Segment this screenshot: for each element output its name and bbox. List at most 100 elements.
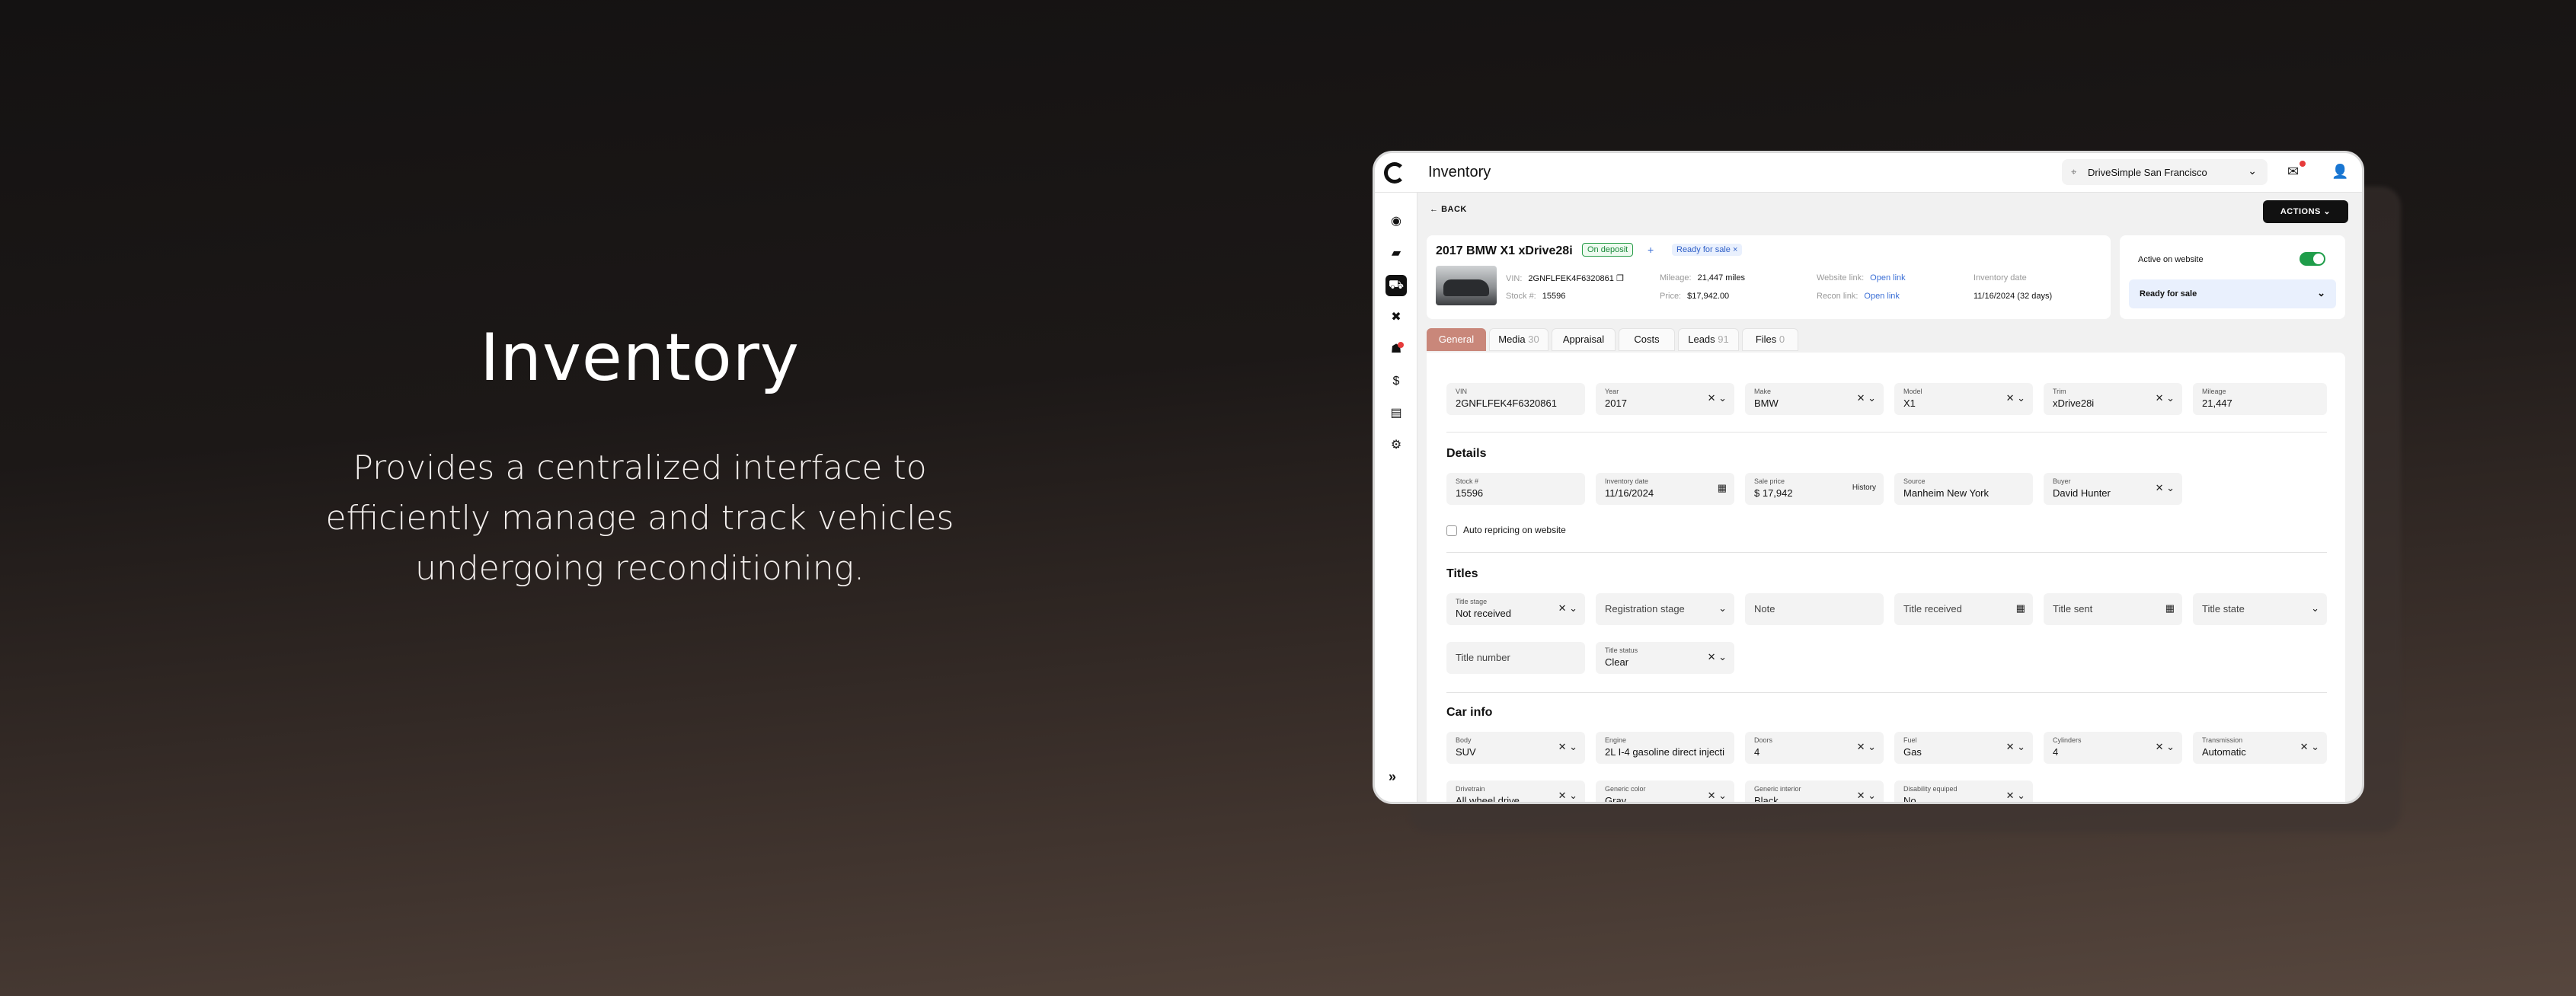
add-tag-button[interactable]: + bbox=[1648, 244, 1654, 256]
doors-select[interactable]: Doors 4 ✕ ⌄ bbox=[1745, 732, 1884, 764]
make-select[interactable]: Make BMW ✕ ⌄ bbox=[1745, 383, 1884, 415]
field-value: Gas bbox=[1903, 746, 1922, 758]
tab-general[interactable]: General bbox=[1427, 328, 1486, 351]
clear-chevron-icon[interactable]: ✕ ⌄ bbox=[2006, 790, 2025, 802]
registration-stage-select[interactable]: Registration stage ⌄ bbox=[1596, 593, 1734, 625]
chevron-down-icon[interactable]: ⌄ bbox=[2311, 602, 2319, 615]
inventory-date-field[interactable]: Inventory date 11/16/2024 ▦ bbox=[1596, 473, 1734, 505]
actions-button[interactable]: ACTIONS ⌄ bbox=[2263, 200, 2348, 223]
field-value: 2GNFLFEK4F6320861 bbox=[1456, 397, 1557, 409]
tab-costs[interactable]: Costs bbox=[1619, 328, 1675, 351]
sale-price-field[interactable]: Sale price $ 17,942 History bbox=[1745, 473, 1884, 505]
clear-chevron-icon[interactable]: ✕ ⌄ bbox=[1857, 392, 1876, 404]
stock-field[interactable]: Stock # 15596 bbox=[1446, 473, 1585, 505]
back-button[interactable]: ← BACK bbox=[1430, 205, 1467, 214]
divider bbox=[1446, 692, 2327, 693]
field-placeholder: Registration stage bbox=[1605, 603, 1685, 615]
clear-chevron-icon[interactable]: ✕ ⌄ bbox=[1558, 741, 1577, 753]
vin-label: VIN: bbox=[1506, 274, 1523, 283]
tab-files[interactable]: Files 0 bbox=[1742, 328, 1798, 351]
clear-chevron-icon[interactable]: ✕ ⌄ bbox=[2156, 482, 2175, 494]
tab-media[interactable]: Media 30 bbox=[1489, 328, 1548, 351]
buyer-select[interactable]: Buyer David Hunter ✕ ⌄ bbox=[2044, 473, 2182, 505]
generic-color-select[interactable]: Generic color Gray ✕ ⌄ bbox=[1596, 781, 1734, 802]
mileage-field[interactable]: Mileage 21,447 bbox=[2193, 383, 2327, 415]
sidebar: ◉ ▰ ⛟ ✖ ☗ $ ▤ ⚙ » bbox=[1375, 193, 1417, 802]
users-icon[interactable]: ☗ bbox=[1385, 339, 1407, 360]
tab-leads[interactable]: Leads 91 bbox=[1678, 328, 1739, 351]
clear-chevron-icon[interactable]: ✕ ⌄ bbox=[1857, 741, 1876, 753]
clear-chevron-icon[interactable]: ✕ ⌄ bbox=[2156, 392, 2175, 404]
vehicle-thumbnail[interactable] bbox=[1436, 266, 1497, 305]
clear-chevron-icon[interactable]: ✕ ⌄ bbox=[2156, 741, 2175, 753]
note-field[interactable]: Note bbox=[1745, 593, 1884, 625]
title-number-field[interactable]: Title number bbox=[1446, 642, 1585, 674]
tab-appraisal[interactable]: Appraisal bbox=[1552, 328, 1616, 351]
title-state-select[interactable]: Title state ⌄ bbox=[2193, 593, 2327, 625]
tab-label: Appraisal bbox=[1562, 334, 1605, 345]
copy-icon[interactable]: ❐ bbox=[1616, 274, 1624, 283]
chevron-down-icon: ⌄ bbox=[2317, 287, 2325, 298]
logo-icon[interactable] bbox=[1384, 162, 1405, 184]
model-select[interactable]: Model X1 ✕ ⌄ bbox=[1894, 383, 2033, 415]
body-select[interactable]: Body SUV ✕ ⌄ bbox=[1446, 732, 1585, 764]
reports-icon[interactable]: ▤ bbox=[1385, 403, 1407, 424]
general-panel: VIN 2GNFLFEK4F6320861 Year 2017 ✕ ⌄ Make BMW… bbox=[1427, 353, 2345, 802]
field-label: Inventory date bbox=[1605, 477, 1649, 485]
clear-chevron-icon[interactable]: ✕ ⌄ bbox=[2006, 392, 2025, 404]
fuel-select[interactable]: Fuel Gas ✕ ⌄ bbox=[1894, 732, 2033, 764]
tools-icon[interactable]: ✖ bbox=[1385, 307, 1407, 328]
vin-field[interactable]: VIN 2GNFLFEK4F6320861 bbox=[1446, 383, 1585, 415]
location-select[interactable]: ⌖ DriveSimple San Francisco ⌄ bbox=[2062, 159, 2268, 185]
gear-icon[interactable]: ⚙ bbox=[1385, 435, 1407, 456]
sale-status-select[interactable]: Ready for sale ⌄ bbox=[2129, 279, 2336, 308]
dollar-icon[interactable]: $ bbox=[1385, 371, 1407, 392]
clear-chevron-icon[interactable]: ✕ ⌄ bbox=[2300, 741, 2319, 753]
clear-chevron-icon[interactable]: ✕ ⌄ bbox=[1857, 790, 1876, 802]
clear-chevron-icon[interactable]: ✕ ⌄ bbox=[1708, 651, 1727, 663]
disability-equiped-select[interactable]: Disability equiped No ✕ ⌄ bbox=[1894, 781, 2033, 802]
calendar-icon[interactable]: ▦ bbox=[2016, 602, 2025, 615]
trim-select[interactable]: Trim xDrive28i ✕ ⌄ bbox=[2044, 383, 2182, 415]
expand-sidebar-icon[interactable]: » bbox=[1389, 769, 1396, 785]
title-stage-select[interactable]: Title stage Not received ✕ ⌄ bbox=[1446, 593, 1585, 625]
title-sent-field[interactable]: Title sent ▦ bbox=[2044, 593, 2182, 625]
website-open-link[interactable]: Open link bbox=[1870, 273, 1905, 283]
price-label: Price: bbox=[1660, 292, 1682, 301]
cylinders-select[interactable]: Cylinders 4 ✕ ⌄ bbox=[2044, 732, 2182, 764]
source-field[interactable]: Source Manheim New York bbox=[1894, 473, 2033, 505]
clear-chevron-icon[interactable]: ✕ ⌄ bbox=[2006, 741, 2025, 753]
drivetrain-select[interactable]: Drivetrain All wheel drive ✕ ⌄ bbox=[1446, 781, 1585, 802]
field-value: 2L I-4 gasoline direct injecti bbox=[1605, 746, 1725, 758]
transmission-select[interactable]: Transmission Automatic ✕ ⌄ bbox=[2193, 732, 2327, 764]
briefcase-icon[interactable]: ▰ bbox=[1385, 243, 1407, 264]
chevron-down-icon[interactable]: ⌄ bbox=[1718, 602, 1727, 615]
title-received-field[interactable]: Title received ▦ bbox=[1894, 593, 2033, 625]
car-icon[interactable]: ⛟ bbox=[1385, 275, 1407, 296]
title-status-select[interactable]: Title status Clear ✕ ⌄ bbox=[1596, 642, 1734, 674]
engine-field[interactable]: Engine 2L I-4 gasoline direct injecti bbox=[1596, 732, 1734, 764]
dashboard-icon[interactable]: ◉ bbox=[1385, 211, 1407, 232]
active-on-website-toggle[interactable] bbox=[2300, 252, 2325, 266]
clear-chevron-icon[interactable]: ✕ ⌄ bbox=[1558, 602, 1577, 615]
auto-repricing-checkbox[interactable]: Auto repricing on website bbox=[1446, 525, 1566, 536]
clear-chevron-icon[interactable]: ✕ ⌄ bbox=[1708, 392, 1727, 404]
calendar-icon[interactable]: ▦ bbox=[1718, 482, 1727, 494]
generic-interior-select[interactable]: Generic interior Black ✕ ⌄ bbox=[1745, 781, 1884, 802]
checkbox-icon[interactable] bbox=[1446, 525, 1457, 536]
tag-ready-for-sale[interactable]: Ready for sale × bbox=[1672, 244, 1743, 256]
year-select[interactable]: Year 2017 ✕ ⌄ bbox=[1596, 383, 1734, 415]
field-value: $ 17,942 bbox=[1754, 487, 1793, 499]
vin-row: VIN: 2GNFLFEK4F6320861 ❐ bbox=[1506, 273, 1624, 283]
clear-chevron-icon[interactable]: ✕ ⌄ bbox=[1708, 790, 1727, 802]
field-placeholder: Note bbox=[1754, 603, 1775, 615]
field-placeholder: Title sent bbox=[2053, 603, 2093, 615]
calendar-icon[interactable]: ▦ bbox=[2165, 602, 2175, 615]
clear-chevron-icon[interactable]: ✕ ⌄ bbox=[1558, 790, 1577, 802]
hero-section: Inventory Provides a centralized interfa… bbox=[259, 320, 1021, 594]
recon-open-link[interactable]: Open link bbox=[1864, 292, 1899, 301]
notifications-icon[interactable]: ✉ bbox=[2287, 164, 2299, 180]
history-link[interactable]: History bbox=[1852, 484, 1876, 492]
status-badge[interactable]: On deposit bbox=[1582, 243, 1634, 257]
user-settings-icon[interactable]: 👤 bbox=[2332, 164, 2348, 180]
